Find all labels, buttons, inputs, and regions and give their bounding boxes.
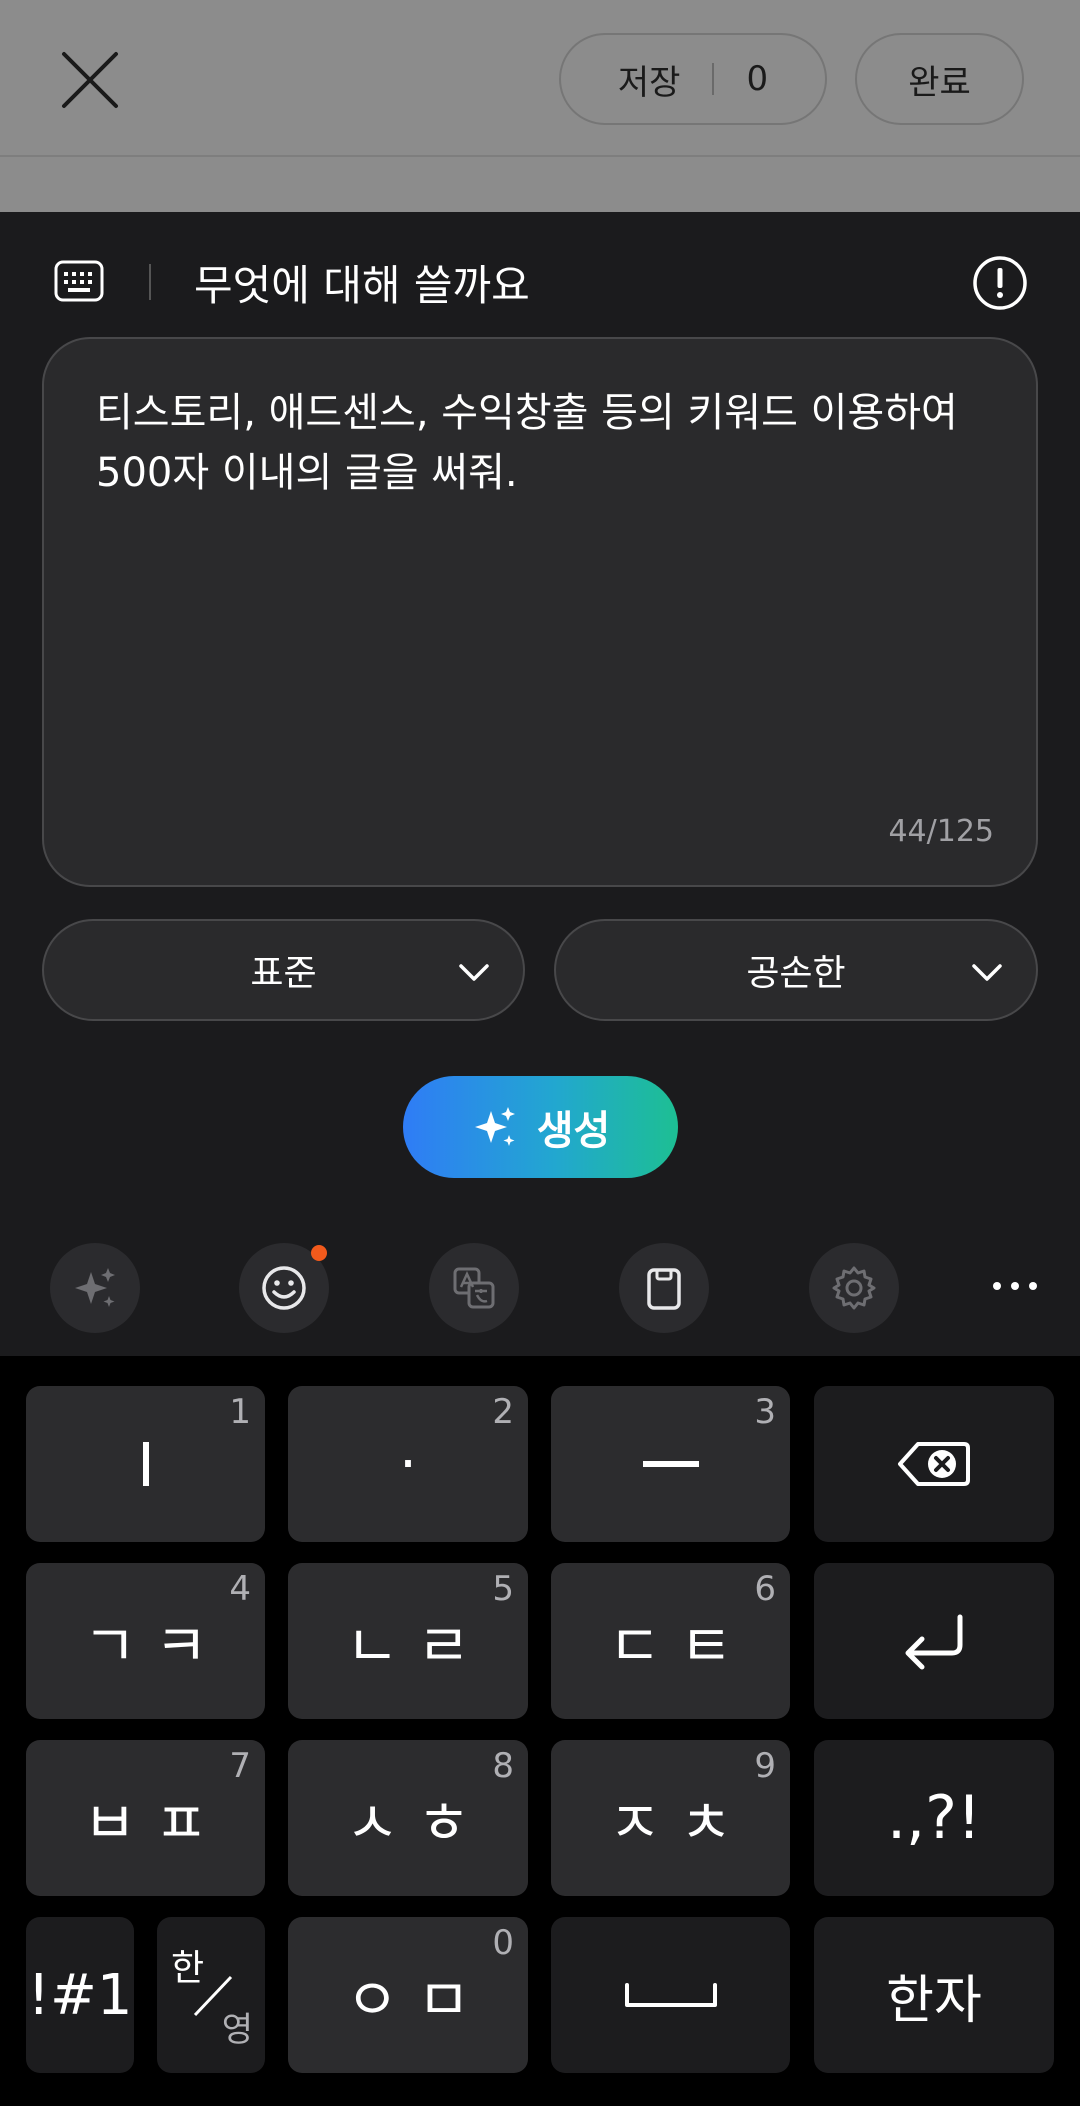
key-number: 1: [229, 1392, 251, 1432]
keyboard-icon[interactable]: [54, 260, 104, 302]
keyboard: 1 2 · 3 4 ㄱㅋ 5 ㄴㄹ 6 ㄷㅌ 7 ㅂㅍ 8 ㅅㅎ 9 ㅈㅊ .,…: [0, 1356, 1080, 2106]
length-select[interactable]: 표준: [42, 919, 525, 1021]
save-label: 저장: [617, 62, 681, 103]
prompt-text: 티스토리, 애드센스, 수익창출 등의 키워드 이용하여 500자 이내의 글을…: [96, 390, 958, 496]
sparkle-icon: [474, 1107, 515, 1146]
panel-header: 무엇에 대해 쓸까요: [0, 242, 1080, 322]
enter-icon: [905, 1614, 963, 1670]
hanja-key[interactable]: 한자: [814, 1917, 1054, 2073]
save-button[interactable]: 저장 0: [559, 33, 827, 125]
key-label: ㅇㅁ: [345, 1966, 489, 2034]
key-giyeok[interactable]: 4 ㄱㅋ: [26, 1563, 265, 1719]
key-bieup[interactable]: 7 ㅂㅍ: [26, 1740, 265, 1896]
lang-bottom-label: 영: [221, 2010, 253, 2050]
symbols-key[interactable]: !#1: [26, 1917, 134, 2073]
key-number: 8: [492, 1746, 514, 1786]
panel-title: 무엇에 대해 쓸까요: [194, 261, 530, 310]
lang-switch-key[interactable]: 한 영: [157, 1917, 265, 2073]
info-icon[interactable]: [972, 255, 1028, 311]
key-label: ㄱㅋ: [83, 1612, 226, 1680]
length-select-value: 표준: [250, 953, 317, 994]
key-label: ㅅㅎ: [345, 1789, 489, 1857]
chevron-down-icon: [972, 964, 1002, 981]
key-label: 한자: [886, 1970, 982, 2031]
backspace-icon: [898, 1442, 970, 1486]
top-divider: [0, 155, 1080, 157]
ai-sparkle-icon[interactable]: [50, 1243, 140, 1333]
key-label: !#1: [27, 1962, 133, 2028]
vowel-eu-glyph: [642, 1461, 699, 1467]
writing-assist-panel: 무엇에 대해 쓸까요 티스토리, 애드센스, 수익창출 등의 키워드 이용하여 …: [0, 212, 1080, 1356]
prompt-input[interactable]: 티스토리, 애드센스, 수익창출 등의 키워드 이용하여 500자 이내의 글을…: [42, 337, 1038, 887]
key-i[interactable]: 1: [26, 1386, 265, 1542]
chevron-down-icon: [459, 964, 489, 981]
key-number: 3: [754, 1392, 776, 1432]
backspace-key[interactable]: [814, 1386, 1054, 1542]
save-divider: [712, 63, 715, 95]
done-button[interactable]: 완료: [855, 33, 1024, 125]
key-number: 5: [492, 1569, 514, 1609]
keyboard-toolbar: [0, 1238, 1080, 1338]
key-label: .,?!: [886, 1783, 982, 1853]
key-number: 9: [754, 1746, 776, 1786]
key-label: ㄷㅌ: [608, 1612, 751, 1680]
key-nieun[interactable]: 5 ㄴㄹ: [288, 1563, 528, 1719]
vowel-i-glyph: [142, 1442, 149, 1486]
done-label: 완료: [908, 62, 971, 103]
top-bar: 저장 0 완료: [0, 0, 1080, 212]
tone-select-value: 공손한: [746, 953, 846, 994]
punctuation-key[interactable]: .,?!: [814, 1740, 1054, 1896]
settings-icon[interactable]: [809, 1243, 899, 1333]
key-dot[interactable]: 2 ·: [288, 1386, 528, 1542]
close-icon[interactable]: [58, 48, 122, 112]
emoji-icon[interactable]: [239, 1243, 329, 1333]
header-divider: [149, 264, 151, 300]
space-key[interactable]: [551, 1917, 790, 2073]
notification-badge: [311, 1245, 327, 1261]
translate-icon[interactable]: [429, 1243, 519, 1333]
generate-button[interactable]: 생성: [403, 1076, 678, 1178]
key-number: 7: [229, 1746, 251, 1786]
key-number: 6: [754, 1569, 776, 1609]
char-counter: 44/125: [888, 814, 994, 849]
enter-key[interactable]: [814, 1563, 1054, 1719]
key-jieut[interactable]: 9 ㅈㅊ: [551, 1740, 790, 1896]
save-count: 0: [746, 59, 769, 99]
space-icon: [624, 1983, 717, 2007]
clipboard-icon[interactable]: [619, 1243, 709, 1333]
key-number: 0: [492, 1923, 514, 1963]
key-digeut[interactable]: 6 ㄷㅌ: [551, 1563, 790, 1719]
key-number: 2: [492, 1392, 514, 1432]
key-siot[interactable]: 8 ㅅㅎ: [288, 1740, 528, 1896]
key-label: ㄴㄹ: [345, 1612, 489, 1680]
key-label: ㅈㅊ: [608, 1789, 751, 1857]
key-label: ·: [399, 1431, 417, 1497]
key-label: ㅂㅍ: [83, 1789, 226, 1857]
tone-select[interactable]: 공손한: [554, 919, 1038, 1021]
key-number: 4: [229, 1569, 251, 1609]
key-eu[interactable]: 3: [551, 1386, 790, 1542]
generate-label: 생성: [536, 1108, 611, 1154]
more-icon[interactable]: [990, 1276, 1040, 1296]
key-ieung[interactable]: 0 ㅇㅁ: [288, 1917, 528, 2073]
